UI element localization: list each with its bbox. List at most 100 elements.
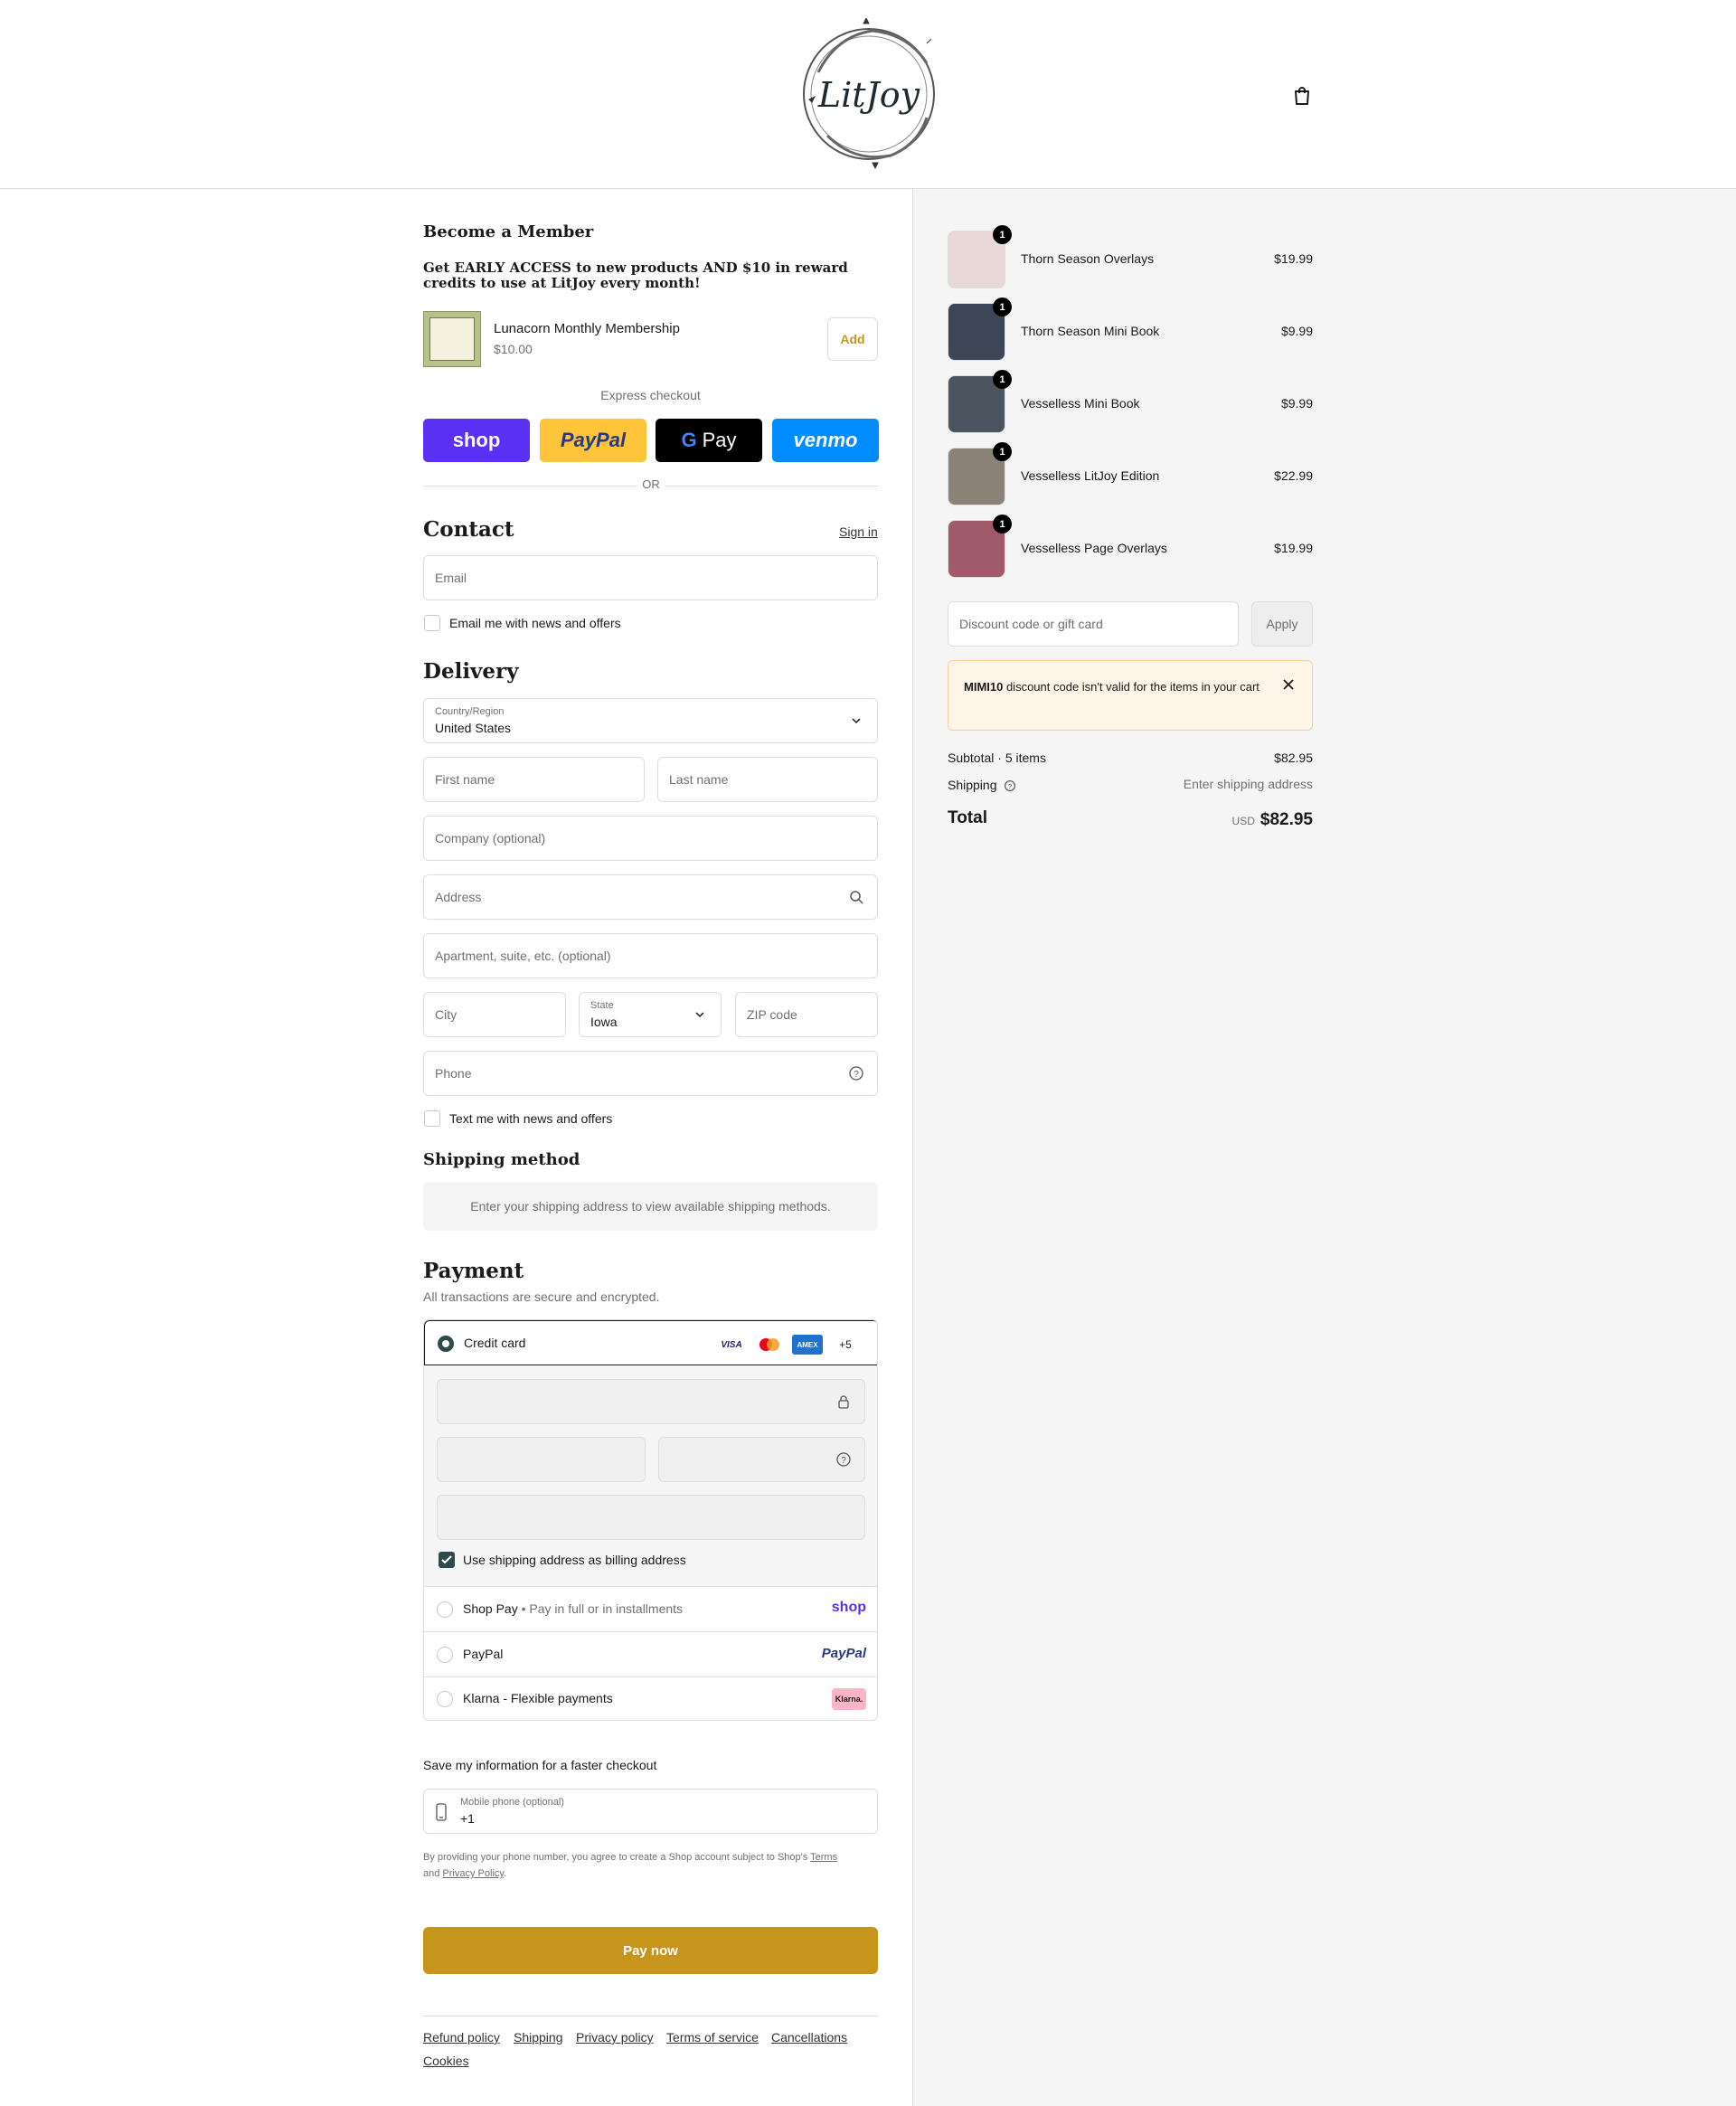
quantity-badge: 1 [993,370,1012,389]
add-membership-button[interactable]: Add [827,317,878,361]
subtotal-row: Subtotal · 5 items $82.95 [948,751,1313,765]
pay-now-button[interactable]: Pay now [423,1927,878,1974]
paypal-radio[interactable] [437,1647,453,1663]
shop-pay-note: Pay in full or in installments [529,1601,684,1616]
country-select[interactable]: Country/Region United States [423,698,878,743]
quantity-badge: 1 [993,515,1012,534]
mobile-phone-icon [436,1803,447,1821]
mastercard-icon [754,1335,785,1355]
discount-warning-text: discount code isn't valid for the items … [1003,680,1260,694]
member-title: Become a Member [423,222,594,241]
paypal-option[interactable]: PayPal PayPal [424,1632,877,1677]
text-news-checkbox[interactable] [424,1110,440,1127]
cart-item: 1 Thorn Season Overlays $19.99 [948,225,1313,288]
last-name-field[interactable]: Last name [657,757,878,802]
billing-checkbox[interactable] [439,1552,455,1568]
phone-field[interactable]: Phone ? [423,1051,878,1096]
google-g-icon: G [681,429,697,451]
email-news-label: Email me with news and offers [449,616,621,630]
shopping-bag-icon[interactable] [1291,85,1313,107]
svg-text:LitJoy: LitJoy [817,75,920,115]
shop-pay-option[interactable]: Shop Pay • Pay in full or in installment… [424,1587,877,1632]
terms-link[interactable]: Terms [810,1852,837,1863]
card-number-field[interactable] [437,1379,865,1424]
svg-text:?: ? [1008,782,1013,790]
credit-card-option[interactable]: Credit card VISA AMEX +5 [424,1320,877,1365]
klarna-option[interactable]: Klarna - Flexible payments Klarna. [424,1676,877,1720]
search-icon [850,891,863,904]
text-news-label: Text me with news and offers [449,1111,613,1126]
product-price: $22.99 [1274,468,1313,483]
shop-terms-text: By providing your phone number, you agre… [423,1852,838,1879]
city-field[interactable]: City [423,992,566,1037]
security-code-field[interactable]: ? [658,1437,865,1482]
chevron-down-icon [695,1012,704,1018]
venmo-express-button[interactable]: venmo [772,419,879,462]
privacy-policy-footer-link[interactable]: Privacy policy [576,2030,654,2045]
cart-item: 1 Vesselless Page Overlays $19.99 [948,515,1313,578]
discount-code: MIMI10 [964,680,1004,694]
paypal-express-button[interactable]: PayPal [540,419,646,462]
help-circle-icon[interactable]: ? [1004,779,1016,792]
card-details-form: ? Use shipping address as billing addres… [424,1365,877,1587]
zip-field[interactable]: ZIP code [735,992,878,1037]
sign-in-link[interactable]: Sign in [839,524,878,539]
product-price: $19.99 [1274,251,1313,266]
expiration-date-field[interactable] [437,1437,646,1482]
address-field[interactable]: Address [423,874,878,920]
shop-pay-express-button[interactable]: shop [423,419,530,462]
subtotal-value: $82.95 [1274,751,1313,765]
company-field[interactable]: Company (optional) [423,816,878,861]
product-name: Thorn Season Mini Book [1021,324,1160,338]
klarna-label: Klarna - Flexible payments [463,1691,613,1705]
shipping-value: Enter shipping address [1183,777,1313,791]
klarna-radio[interactable] [437,1691,453,1707]
first-name-field[interactable]: First name [423,757,645,802]
help-circle-icon[interactable]: ? [835,1451,852,1468]
shipping-label: Shipping [948,778,997,792]
shipping-policy-link[interactable]: Shipping [514,2030,563,2045]
email-news-checkbox[interactable] [424,615,440,631]
shop-pay-radio[interactable] [437,1601,453,1618]
shop-logo: shop [831,1600,866,1615]
visa-icon: VISA [721,1339,742,1350]
help-circle-icon[interactable]: ? [848,1065,864,1081]
privacy-policy-link[interactable]: Privacy Policy [442,1868,504,1879]
shop-pay-label: Shop Pay [463,1601,518,1616]
total-label: Total [948,808,987,827]
close-icon[interactable] [1281,677,1296,692]
express-checkout-label: Express checkout [600,388,701,402]
product-name: Vesselless LitJoy Edition [1021,468,1160,483]
chevron-down-icon [852,718,861,724]
apply-discount-button[interactable]: Apply [1251,601,1313,647]
total-value: $82.95 [1260,810,1313,829]
payment-subtitle: All transactions are secure and encrypte… [423,1289,660,1304]
contact-title: Contact [423,517,514,542]
discount-code-input[interactable]: Discount code or gift card [948,601,1239,647]
state-select[interactable]: State Iowa [579,992,722,1037]
refund-policy-link[interactable]: Refund policy [423,2030,500,2045]
save-info-title: Save my information for a faster checkou… [423,1758,657,1772]
shipping-method-title: Shipping method [423,1150,580,1169]
google-pay-express-button[interactable]: G Pay [656,419,762,462]
product-price: $19.99 [1274,541,1313,555]
email-field[interactable]: Email [423,555,878,600]
checkmark-icon [441,1555,452,1564]
litjoy-logo[interactable]: LitJoy [791,18,947,170]
amex-icon: AMEX [792,1335,823,1355]
lock-icon [838,1395,849,1409]
cancellations-link[interactable]: Cancellations [771,2030,847,2045]
paypal-label: PayPal [463,1647,504,1661]
subtotal-label: Subtotal · 5 items [948,751,1046,765]
credit-card-radio[interactable] [438,1336,454,1352]
cart-item: 1 Vesselless Mini Book $9.99 [948,370,1313,433]
cart-item: 1 Thorn Season Mini Book $9.99 [948,297,1313,361]
payment-title: Payment [423,1259,524,1283]
quantity-badge: 1 [993,442,1012,461]
discount-warning: MIMI10 discount code isn't valid for the… [948,660,1313,731]
mobile-phone-field[interactable]: Mobile phone (optional) +1 [423,1789,878,1834]
cookies-link[interactable]: Cookies [423,2054,469,2068]
apartment-field[interactable]: Apartment, suite, etc. (optional) [423,933,878,978]
name-on-card-field[interactable] [437,1495,865,1540]
terms-of-service-link[interactable]: Terms of service [666,2030,759,2045]
